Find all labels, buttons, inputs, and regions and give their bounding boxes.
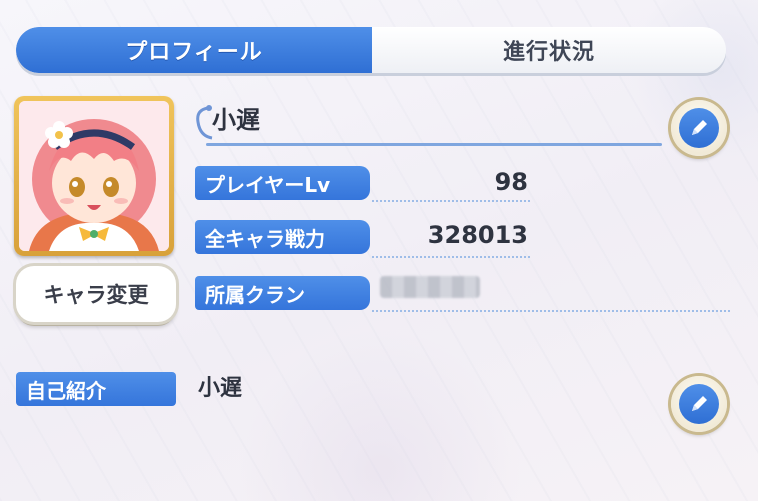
stat-label-player-level: プレイヤーLv: [195, 166, 370, 200]
stat-label-total-power: 全キャラ戦力: [195, 220, 370, 254]
clan-name-obscured: [380, 276, 480, 298]
name-swirl-icon: [196, 105, 213, 140]
dotted-separator: [372, 310, 730, 312]
name-underline: [206, 143, 662, 146]
player-name: 小遅: [212, 106, 260, 134]
tab-bar: プロフィール 進行状況: [16, 27, 726, 73]
intro-text: 小遅: [198, 376, 243, 401]
stat-label-clan: 所属クラン: [195, 276, 370, 310]
stat-value-player-level: 98: [494, 168, 528, 196]
intro-label: 自己紹介: [16, 372, 176, 406]
tab-progress[interactable]: 進行状況: [372, 27, 726, 73]
character-portrait: [19, 101, 169, 251]
edit-intro-button[interactable]: [671, 376, 727, 432]
character-avatar[interactable]: [14, 96, 174, 256]
pencil-icon: [692, 396, 707, 411]
dotted-separator: [372, 256, 530, 258]
edit-name-button[interactable]: [671, 100, 727, 156]
pencil-icon: [692, 120, 707, 135]
change-character-button[interactable]: キャラ変更: [16, 266, 176, 322]
tab-profile[interactable]: プロフィール: [16, 27, 372, 73]
dotted-separator: [372, 200, 530, 202]
stat-value-total-power: 328013: [427, 221, 528, 249]
